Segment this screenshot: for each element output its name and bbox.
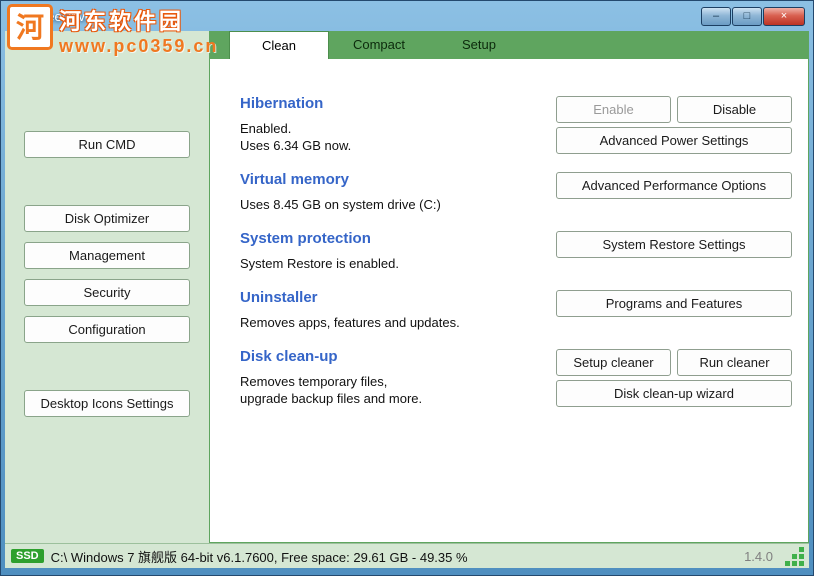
tab-bar: Clean Compact Setup [209, 31, 809, 59]
programs-and-features-button[interactable]: Programs and Features [556, 290, 792, 317]
tab-compact[interactable]: Compact [329, 31, 429, 59]
client-area: Run CMD Disk Optimizer Management Securi… [5, 31, 809, 568]
system-protection-section: System protection System Restore is enab… [240, 230, 792, 272]
disk-cleanup-wizard-button[interactable]: Disk clean-up wizard [556, 380, 792, 407]
setup-cleaner-button[interactable]: Setup cleaner [556, 349, 671, 376]
disk-cleanup-description-line1: Removes temporary files, [240, 373, 546, 390]
enable-hibernation-button[interactable]: Enable [556, 96, 671, 123]
uninstaller-description-text: Removes apps, features and updates. [240, 314, 546, 331]
configuration-button[interactable]: Configuration [24, 316, 190, 343]
section-title-system-protection: System protection [240, 230, 546, 247]
advanced-power-settings-button[interactable]: Advanced Power Settings [556, 127, 792, 154]
maximize-button[interactable]: □ [732, 7, 762, 26]
app-version: 1.4.0 [744, 549, 773, 564]
disk-cleanup-description-line2: upgrade backup files and more. [240, 390, 546, 407]
tab-setup[interactable]: Setup [429, 31, 529, 59]
hibernation-section: Hibernation Enabled. Uses 6.34 GB now. E… [240, 95, 792, 154]
tab-clean[interactable]: Clean [229, 31, 329, 59]
virtual-memory-section: Virtual memory Uses 8.45 GB on system dr… [240, 171, 792, 213]
security-button[interactable]: Security [24, 279, 190, 306]
advanced-performance-options-button[interactable]: Advanced Performance Options [556, 172, 792, 199]
system-restore-status-text: System Restore is enabled. [240, 255, 546, 272]
section-title-uninstaller: Uninstaller [240, 289, 546, 306]
section-title-disk-cleanup: Disk clean-up [240, 348, 546, 365]
window-title: FreeDriveC [35, 9, 101, 24]
resize-grip-icon[interactable] [785, 547, 804, 566]
uninstaller-section: Uninstaller Removes apps, features and u… [240, 289, 792, 331]
hibernation-status-text: Enabled. [240, 120, 546, 137]
app-icon [13, 8, 29, 24]
status-bar: SSD C:\ Windows 7 旗舰版 64-bit v6.1.7600, … [5, 543, 809, 568]
section-title-hibernation: Hibernation [240, 95, 546, 112]
run-cleaner-button[interactable]: Run cleaner [677, 349, 792, 376]
window-controls: – □ × [700, 7, 805, 26]
disk-optimizer-button[interactable]: Disk Optimizer [24, 205, 190, 232]
clean-tab-panel: Hibernation Enabled. Uses 6.34 GB now. E… [209, 59, 809, 543]
sidebar: Run CMD Disk Optimizer Management Securi… [5, 31, 209, 543]
disk-cleanup-section: Disk clean-up Removes temporary files, u… [240, 348, 792, 407]
virtual-memory-usage-text: Uses 8.45 GB on system drive (C:) [240, 196, 546, 213]
system-restore-settings-button[interactable]: System Restore Settings [556, 231, 792, 258]
ssd-badge: SSD [11, 549, 44, 563]
app-window: FreeDriveC – □ × 河 河东软件园 www.pc0359.cn R… [0, 0, 814, 576]
section-title-virtual-memory: Virtual memory [240, 171, 546, 188]
drive-status-text: C:\ Windows 7 旗舰版 64-bit v6.1.7600, Free… [51, 547, 744, 566]
hibernation-usage-text: Uses 6.34 GB now. [240, 137, 546, 154]
minimize-button[interactable]: – [701, 7, 731, 26]
management-button[interactable]: Management [24, 242, 190, 269]
desktop-icons-settings-button[interactable]: Desktop Icons Settings [24, 390, 190, 417]
disable-hibernation-button[interactable]: Disable [677, 96, 792, 123]
title-bar: FreeDriveC – □ × [1, 1, 813, 31]
close-button[interactable]: × [763, 7, 805, 26]
run-cmd-button[interactable]: Run CMD [24, 131, 190, 158]
